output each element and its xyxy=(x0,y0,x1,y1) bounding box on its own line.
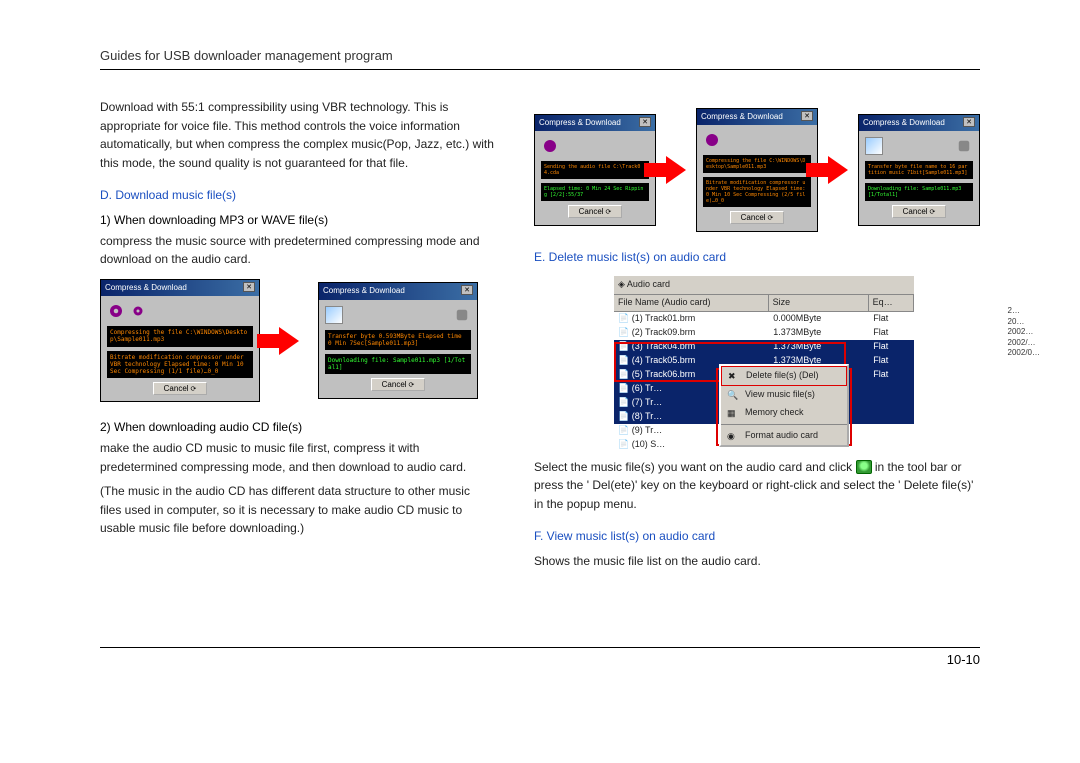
close-icon[interactable]: ✕ xyxy=(963,117,975,127)
col-filename[interactable]: File Name (Audio card) xyxy=(614,295,769,311)
d1-head: 1) When downloading MP3 or WAVE file(s) xyxy=(100,211,494,230)
close-icon[interactable]: ✕ xyxy=(639,117,651,127)
figure-row-d2: Compress & Download ✕ Sending the audio f… xyxy=(534,108,980,232)
menu-delete[interactable]: ✖Delete file(s) (Del) xyxy=(721,366,847,386)
close-icon[interactable]: ✕ xyxy=(801,111,813,121)
status-line: Sending the audio file C:\Track04.cda xyxy=(544,164,640,176)
dialog-title: Compress & Download xyxy=(701,111,783,123)
table-row[interactable]: 📄 (3) Track04.brm1.373MByteFlat xyxy=(614,340,914,354)
section-e-head: E. Delete music list(s) on audio card xyxy=(534,248,980,267)
dialog-title: Compress & Download xyxy=(323,285,405,297)
table-row[interactable]: 📄 (1) Track01.brm0.000MByteFlat xyxy=(614,312,914,326)
status-line: Bitrate modification compressor under VB… xyxy=(110,354,244,375)
col-size[interactable]: Size xyxy=(769,295,869,311)
d2-head: 2) When downloading audio CD file(s) xyxy=(100,418,494,437)
gear-icon xyxy=(703,131,721,149)
arrow-icon xyxy=(260,291,318,391)
compress-dialog: Compress & Download ✕ Compressing the fil… xyxy=(696,108,818,232)
download-dialog: Compress & Download ✕ Transfer byte file … xyxy=(858,114,980,226)
d2-text1: make the audio CD music to music file fi… xyxy=(100,439,494,476)
footer-rule xyxy=(100,647,980,648)
left-column: Download with 55:1 compressibility using… xyxy=(100,98,494,577)
section-f-head: F. View music list(s) on audio card xyxy=(534,527,980,546)
d1-text: compress the music source with predeterm… xyxy=(100,232,494,269)
menu-view[interactable]: 🔍View music file(s) xyxy=(721,386,847,404)
cancel-button[interactable]: Cancel xyxy=(568,205,623,218)
dialog-title: Compress & Download xyxy=(105,282,187,294)
picture-icon xyxy=(865,137,883,155)
arrow-icon xyxy=(818,130,858,210)
delete-toolbar-icon[interactable] xyxy=(856,460,872,474)
cancel-button[interactable]: Cancel xyxy=(371,378,426,391)
dialog-title: Compress & Download xyxy=(539,117,621,129)
close-icon[interactable]: ✕ xyxy=(243,282,255,292)
picture-icon xyxy=(325,306,343,324)
section-d-head: D. Download music file(s) xyxy=(100,186,494,205)
delete-icon: ✖ xyxy=(728,370,740,382)
e-text: Select the music file(s) you want on the… xyxy=(534,458,980,514)
gear-icon xyxy=(129,302,147,320)
memory-icon: ▦ xyxy=(727,407,739,419)
status-line: Transfer byte file name to 16 partition … xyxy=(868,164,967,176)
dialog-title: Compress & Download xyxy=(863,117,945,129)
f-text: Shows the music file list on the audio c… xyxy=(534,552,980,571)
close-icon[interactable]: ✕ xyxy=(461,285,473,295)
cancel-button[interactable]: Cancel xyxy=(730,211,785,224)
status-line: Downloading file: Sample011.mp3 [1/Total… xyxy=(868,186,961,198)
status-line: Compressing the file C:\WINDOWS\Desktop\… xyxy=(706,158,805,170)
status-line: Elapsed time: 0 Min 24 Sec Ripping [2/2]… xyxy=(544,186,643,198)
intro-text: Download with 55:1 compressibility using… xyxy=(100,98,494,172)
gear-icon xyxy=(107,302,125,320)
context-menu: ✖Delete file(s) (Del) 🔍View music file(s… xyxy=(719,364,849,447)
compress-dialog: Compress & Download ✕ Sending the audio f… xyxy=(534,114,656,226)
format-icon: ◉ xyxy=(727,430,739,442)
status-line: Transfer byte 0.593MByte Elapsed time 0 … xyxy=(328,333,462,347)
view-icon: 🔍 xyxy=(727,389,739,401)
audio-card-label: ◈ Audio card xyxy=(614,276,914,294)
menu-format[interactable]: ◉Format audio card xyxy=(721,427,847,445)
device-icon xyxy=(453,306,471,324)
page-number: 10-10 xyxy=(100,652,980,667)
right-column: Compress & Download ✕ Sending the audio f… xyxy=(534,98,980,577)
arrow-icon xyxy=(656,130,696,210)
status-line: Bitrate modification compressor under VB… xyxy=(706,180,805,204)
figure-row-d1: Compress & Download ✕ Compressing the fi… xyxy=(100,279,494,403)
audio-card-panel: ◈ Audio card File Name (Audio card) Size… xyxy=(614,276,914,451)
menu-memory[interactable]: ▦Memory check xyxy=(721,404,847,422)
cancel-button[interactable]: Cancel xyxy=(153,382,208,395)
cancel-button[interactable]: Cancel xyxy=(892,205,947,218)
col-eq[interactable]: Eq… xyxy=(869,295,914,311)
gear-icon xyxy=(541,137,559,155)
table-header: File Name (Audio card) Size Eq… xyxy=(614,294,914,312)
device-icon xyxy=(955,137,973,155)
d2-text2: (The music in the audio CD has different… xyxy=(100,482,494,538)
year-fragments: 2…20…2002…2002/…2002/0… xyxy=(1008,306,1040,358)
header-rule xyxy=(100,69,980,70)
status-line: Compressing the file C:\WINDOWS\Desktop\… xyxy=(110,329,247,343)
download-dialog: Compress & Download ✕ Transfer byte 0.59… xyxy=(318,282,478,399)
compress-dialog: Compress & Download ✕ Compressing the fi… xyxy=(100,279,260,403)
header-title: Guides for USB downloader management pro… xyxy=(100,48,980,63)
status-line: Downloading file: Sample011.mp3 [1/Total… xyxy=(328,357,465,371)
table-row[interactable]: 📄 (2) Track09.brm1.373MByteFlat xyxy=(614,326,914,340)
file-list[interactable]: 📄 (1) Track01.brm0.000MByteFlat📄 (2) Tra… xyxy=(614,312,914,451)
